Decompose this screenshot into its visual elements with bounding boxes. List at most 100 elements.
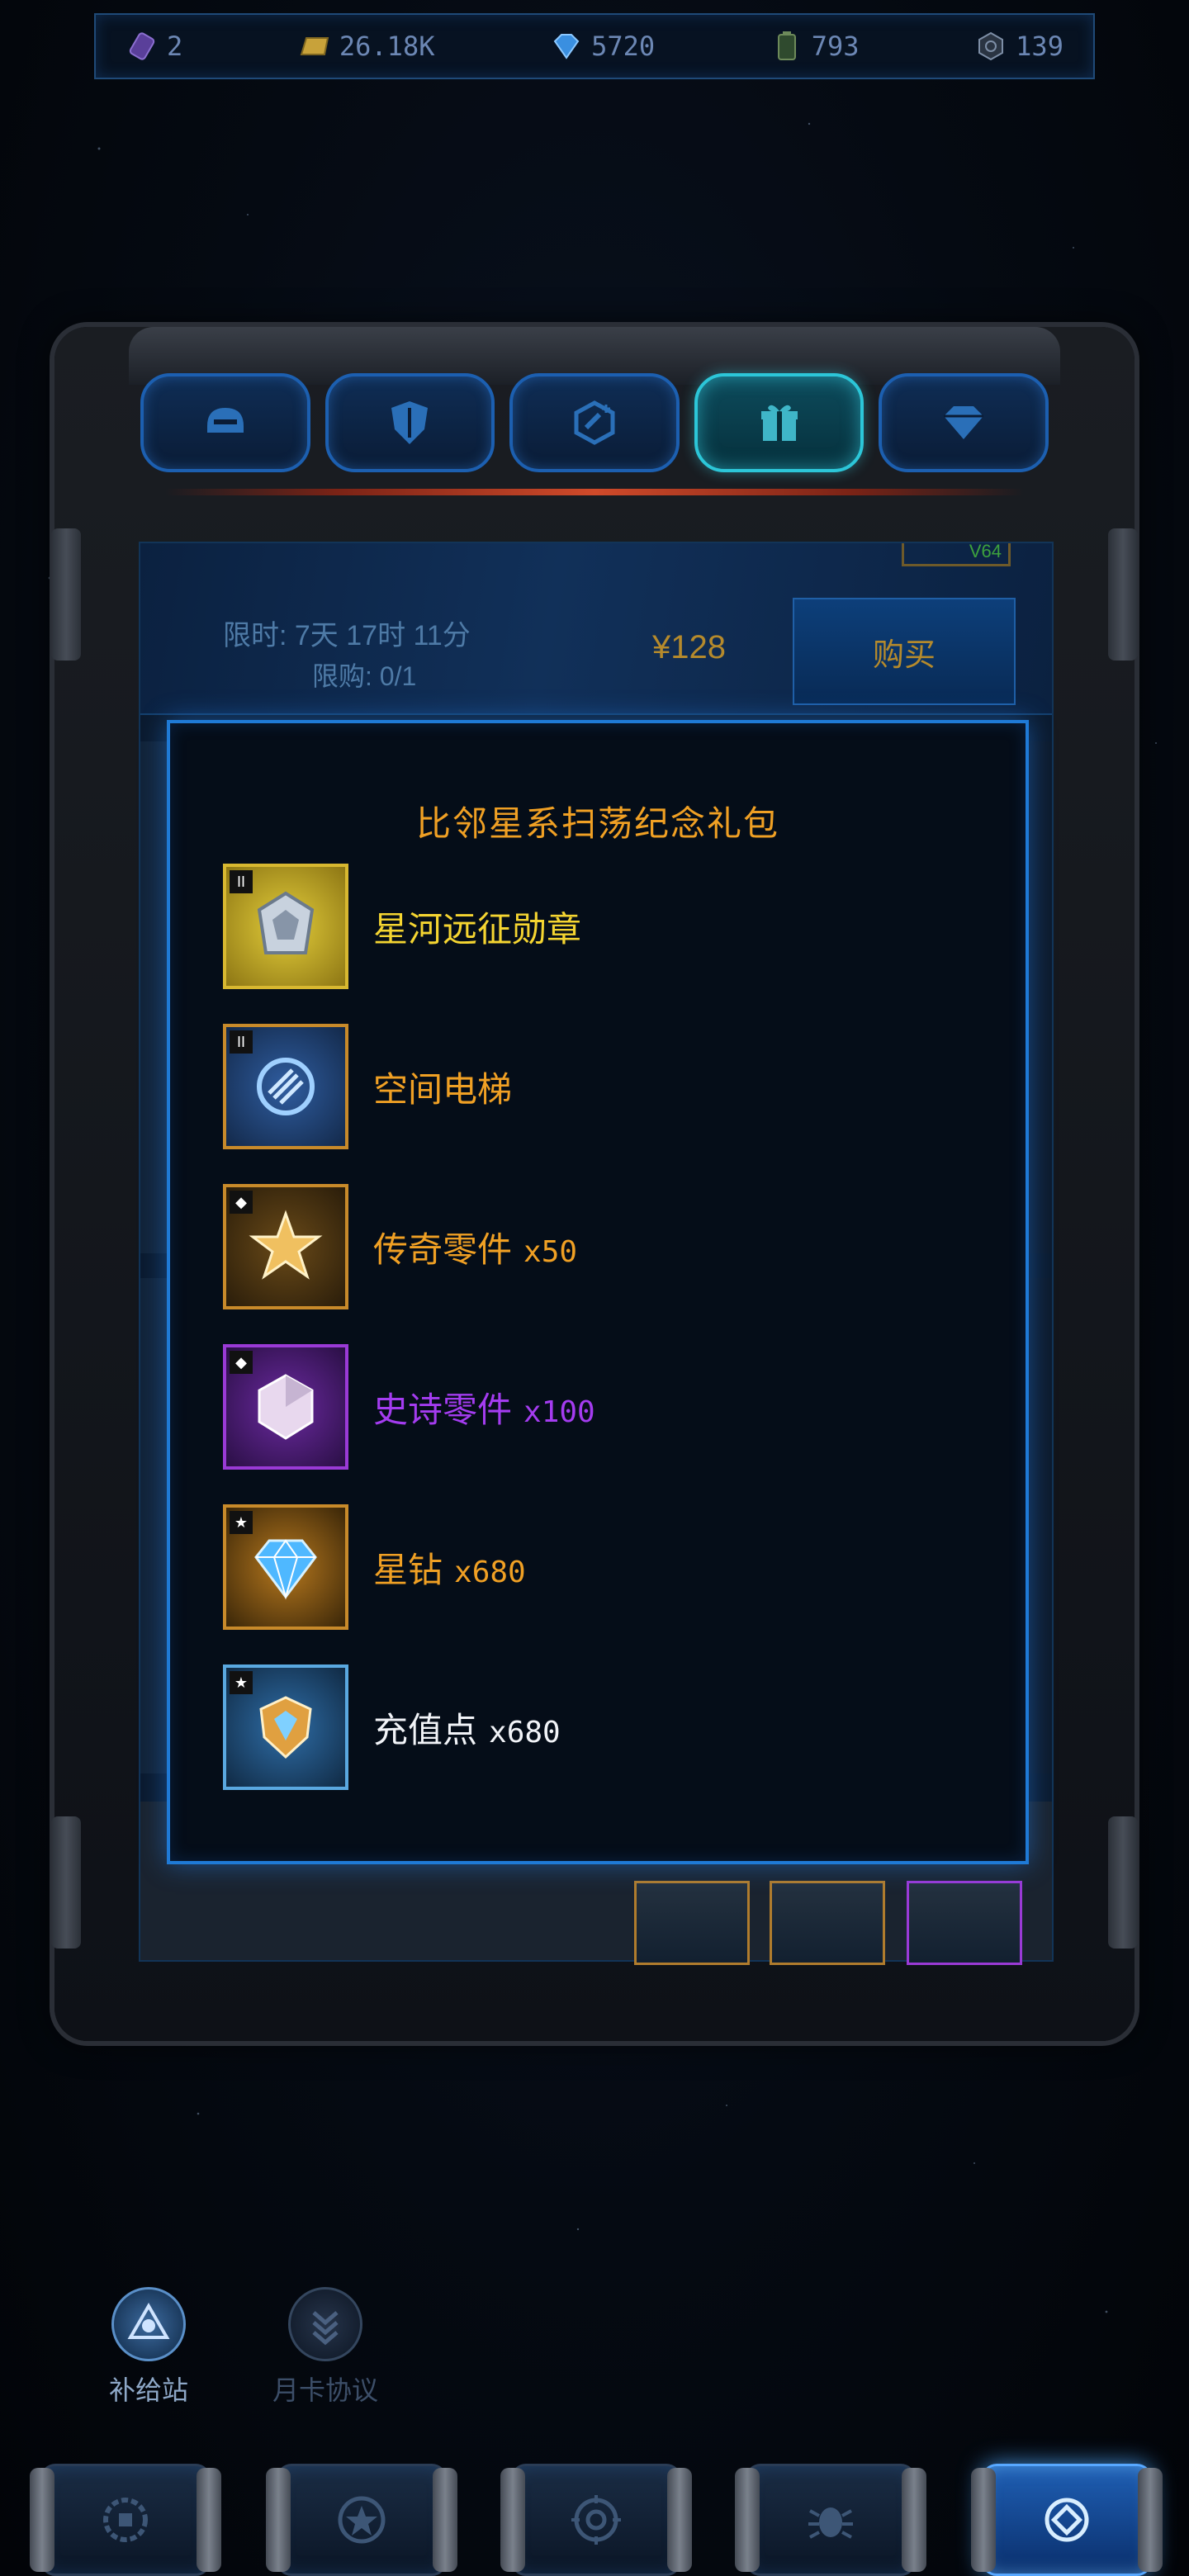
- reward-item[interactable]: II 空间电梯: [223, 1024, 512, 1149]
- battery-icon: [777, 31, 796, 60]
- currency-diamond[interactable]: 5720: [550, 30, 655, 63]
- base-icon: [103, 2498, 148, 2542]
- rarity-tag: ◆: [230, 1191, 253, 1214]
- reward-name-text: 史诗零件: [373, 1390, 513, 1429]
- star-diamond-icon: [254, 1539, 317, 1600]
- reward-name: 空间电梯: [373, 1069, 513, 1109]
- reward-box: ★: [223, 1504, 348, 1630]
- reward-box: ◆: [223, 1344, 348, 1470]
- frame-bolt: [1108, 1816, 1138, 1949]
- dock-clamp: [197, 2468, 221, 2572]
- reward-item[interactable]: ★ 星钻 x680: [223, 1504, 526, 1630]
- shield-icon: [391, 401, 429, 444]
- recharge-point-icon: [259, 1696, 312, 1759]
- tab-badge[interactable]: [509, 373, 680, 472]
- reward-item[interactable]: ◆ 史诗零件 x100: [223, 1344, 595, 1470]
- offer-timer: 限时: 7天 17时 11分: [223, 620, 471, 651]
- gem-icon: [944, 406, 984, 439]
- reward-item[interactable]: ◆ 传奇零件 x50: [223, 1184, 577, 1309]
- reward-thumb: [770, 1881, 885, 1965]
- subnav-monthly-card[interactable]: 月卡协议: [272, 2287, 378, 2408]
- dock-plate: [40, 2464, 211, 2576]
- dock-clamp: [1138, 2468, 1163, 2572]
- dock-plate: [511, 2464, 681, 2576]
- dock-clamp: [971, 2468, 996, 2572]
- elevator-icon: [257, 1058, 315, 1115]
- currency-alloy[interactable]: 139: [974, 30, 1063, 63]
- target-icon: [571, 2495, 621, 2545]
- star-badge-icon: [338, 2496, 386, 2544]
- subnav-label: 月卡协议: [272, 2375, 379, 2405]
- dock-clamp: [266, 2468, 291, 2572]
- epic-part-icon: [258, 1374, 314, 1440]
- legend-part-icon: [249, 1210, 323, 1280]
- reward-qty: x680: [454, 1555, 526, 1589]
- dock-plate: [982, 2464, 1152, 2576]
- currency-battery[interactable]: 793: [770, 30, 860, 63]
- frame-glow-strip: [165, 489, 1024, 495]
- rarity-tag: ★: [230, 1671, 253, 1694]
- energy-chip-icon: [129, 32, 155, 60]
- frame-bolt: [1108, 528, 1138, 661]
- currency-value: 5720: [591, 31, 656, 62]
- reward-item[interactable]: ★ 充值点 x680: [223, 1664, 561, 1790]
- currency-gold[interactable]: 26.18K: [298, 30, 435, 63]
- dock-clamp: [30, 2468, 54, 2572]
- tab-shield[interactable]: [324, 373, 495, 472]
- currency-value: 793: [811, 31, 860, 62]
- diamond-icon: [553, 34, 580, 59]
- badge-plus-icon: [574, 400, 615, 445]
- gold-bar-icon: [300, 37, 329, 55]
- currency-value: 139: [1016, 31, 1063, 62]
- reward-name: 充值点 x680: [373, 1702, 561, 1753]
- reward-name-text: 充值点: [373, 1710, 478, 1750]
- monthly-card-icon: [288, 2287, 362, 2361]
- reward-thumb: [634, 1881, 750, 1965]
- modal-title: 比邻星系扫荡纪念礼包: [415, 804, 779, 843]
- reward-box: II: [223, 864, 348, 989]
- tab-gem[interactable]: [879, 373, 1049, 472]
- dock-clamp: [500, 2468, 525, 2572]
- tab-gift[interactable]: [694, 373, 865, 472]
- rarity-tag: ★: [230, 1511, 253, 1534]
- alloy-icon: [978, 31, 1004, 61]
- dock-plate: [277, 2464, 447, 2576]
- medal-icon: [257, 891, 315, 954]
- dock-base[interactable]: [26, 2464, 225, 2576]
- rarity-tag: ◆: [230, 1351, 253, 1374]
- shop-icon: [1045, 2498, 1089, 2542]
- helmet-icon: [206, 408, 244, 433]
- reward-thumb: [907, 1881, 1022, 1965]
- reward-item[interactable]: II 星河远征勋章: [223, 864, 581, 989]
- reward-name: 传奇零件 x50: [373, 1222, 577, 1272]
- dock-shop[interactable]: [968, 2464, 1166, 2576]
- gift-icon: [760, 405, 798, 441]
- reward-name: 星河远征勋章: [373, 909, 582, 949]
- reward-box: ◆: [223, 1184, 348, 1309]
- dock-clamp: [433, 2468, 457, 2572]
- currency-energy[interactable]: 2: [126, 30, 182, 63]
- reward-name: 星钻 x680: [373, 1542, 526, 1593]
- subnav-supply-station[interactable]: 补给站: [109, 2287, 188, 2408]
- rarity-tag: II: [230, 1030, 253, 1054]
- reward-qty: x100: [523, 1395, 595, 1429]
- offer-purchase-limit: 限购: 0/1: [312, 661, 417, 691]
- supply-station-icon: [111, 2287, 186, 2361]
- dock-bug[interactable]: [732, 2464, 930, 2576]
- vip-tag: V64: [902, 542, 1011, 566]
- reward-name-text: 传奇零件: [373, 1229, 513, 1269]
- buy-button[interactable]: 购买: [793, 598, 1016, 705]
- reward-qty: x680: [489, 1715, 561, 1750]
- dock-clamp: [902, 2468, 926, 2572]
- tab-helmet[interactable]: [140, 373, 310, 472]
- dock-target[interactable]: [497, 2464, 695, 2576]
- currency-value: 26.18K: [339, 31, 435, 62]
- reward-box: II: [223, 1024, 348, 1149]
- reward-box: ★: [223, 1664, 348, 1790]
- bug-icon: [808, 2507, 853, 2539]
- dock-clamp: [667, 2468, 692, 2572]
- offer-price: ¥128: [652, 629, 726, 665]
- subnav-label: 补给站: [109, 2375, 189, 2405]
- dock-star[interactable]: [263, 2464, 461, 2576]
- gift-pack-modal: 比邻星系扫荡纪念礼包 II 星河远征勋章 II 空间电梯 ◆ 传奇零件 x50 ◆…: [167, 720, 1029, 1864]
